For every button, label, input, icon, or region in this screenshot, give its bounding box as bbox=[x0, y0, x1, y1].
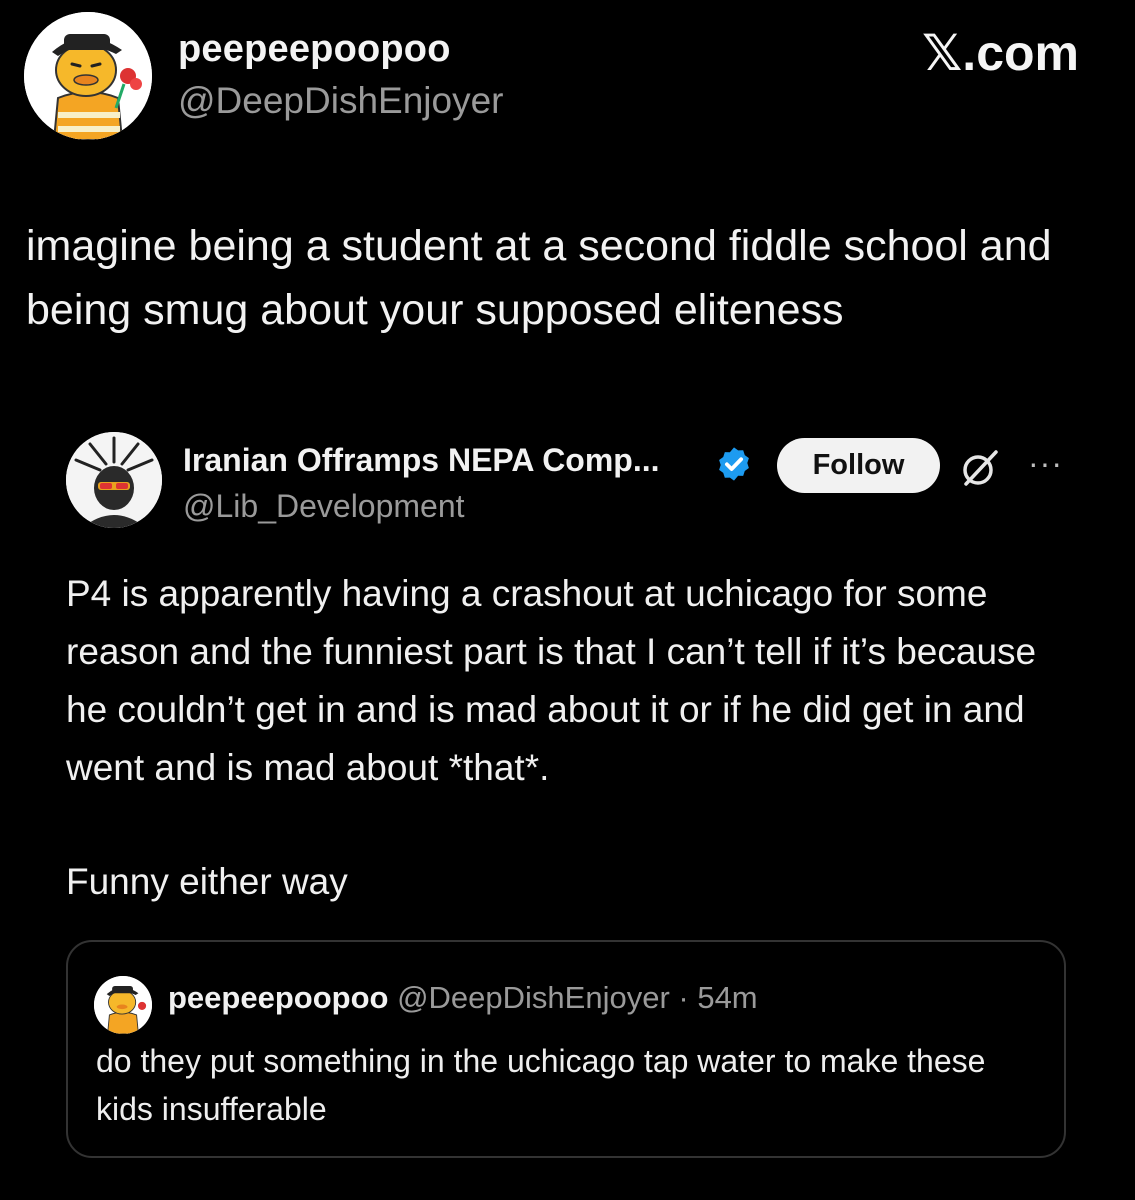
nested-author-meta: @DeepDishEnjoyer · 54m bbox=[397, 980, 758, 1015]
more-options-icon[interactable]: ··· bbox=[1028, 445, 1063, 482]
quoted-post-text: P4 is apparently having a crashout at uc… bbox=[66, 565, 1076, 911]
quoted-author-avatar[interactable] bbox=[66, 432, 162, 528]
duck-illustration-small bbox=[94, 976, 152, 1034]
verified-badge-icon bbox=[715, 445, 753, 483]
author-avatar[interactable] bbox=[24, 12, 152, 140]
post-text: imagine being a student at a second fidd… bbox=[26, 222, 1052, 334]
nested-author-avatar bbox=[94, 976, 152, 1034]
quoted-author-handle[interactable]: @Lib_Development bbox=[183, 488, 465, 525]
nested-post-text: do they put something in the uchicago ta… bbox=[96, 1043, 986, 1127]
quoted-author-display-name[interactable]: Iranian Offramps NEPA Comp... bbox=[183, 442, 660, 479]
statue-of-liberty-illustration bbox=[66, 432, 162, 528]
nested-author-display-name: peepeepoopoo bbox=[168, 980, 389, 1015]
x-brand-mark: 𝕏.com bbox=[922, 25, 1079, 81]
grok-icon[interactable] bbox=[958, 446, 1002, 490]
duck-illustration bbox=[24, 12, 152, 140]
quoted-paragraph-1: P4 is apparently having a crashout at uc… bbox=[66, 573, 1037, 788]
author-handle[interactable]: @DeepDishEnjoyer bbox=[178, 80, 503, 122]
author-display-name[interactable]: peepeepoopoo bbox=[178, 28, 451, 71]
nested-author-line: peepeepoopoo @DeepDishEnjoyer · 54m bbox=[168, 980, 758, 1016]
quoted-paragraph-2: Funny either way bbox=[66, 861, 348, 902]
follow-button[interactable]: Follow bbox=[777, 438, 940, 493]
